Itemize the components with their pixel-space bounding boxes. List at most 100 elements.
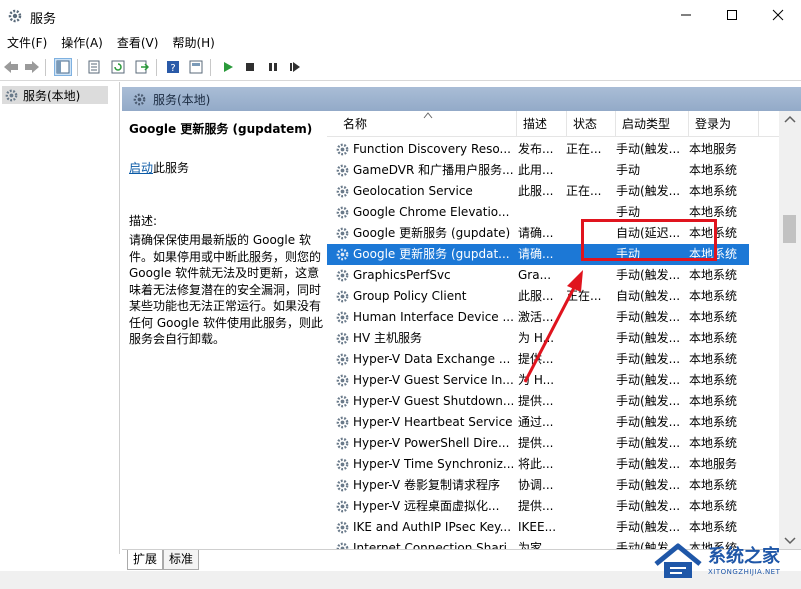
service-description-cell: 提供... bbox=[518, 499, 554, 513]
toolbar-separator bbox=[210, 59, 211, 76]
service-description-cell: 通过... bbox=[518, 415, 554, 429]
column-header-startup-type[interactable]: 启动类型 bbox=[616, 111, 689, 137]
service-gear-icon bbox=[336, 521, 349, 534]
start-service-line: 启动此服务 bbox=[129, 159, 320, 176]
table-row[interactable]: Hyper-V Heartbeat Service 通过... 手动(触发... 本地… bbox=[327, 412, 749, 433]
service-status-cell bbox=[566, 391, 608, 412]
refresh-button[interactable] bbox=[109, 58, 127, 76]
toolbar: ? bbox=[0, 54, 801, 81]
service-name-cell: Hyper-V Guest Shutdown... bbox=[353, 394, 515, 408]
restart-service-button[interactable] bbox=[286, 58, 304, 76]
scroll-up-icon[interactable] bbox=[784, 115, 796, 123]
start-service-link[interactable]: 启动 bbox=[129, 161, 153, 175]
menu-view[interactable]: 查看(V) bbox=[110, 32, 166, 54]
watermark-url: XITONGZHIJIA.NET bbox=[708, 568, 781, 576]
service-description-cell: IKEE... bbox=[518, 520, 557, 534]
tab-extended[interactable]: 扩展 bbox=[127, 550, 164, 570]
table-row[interactable]: Hyper-V Guest Shutdown... 提供... 手动(触发... 本地… bbox=[327, 391, 749, 412]
service-log-on-as-cell: 本地系统 bbox=[689, 436, 738, 450]
table-row[interactable]: IKE and AuthIP IPsec Key... IKEE... 手动(触发.… bbox=[327, 517, 749, 538]
service-gear-icon bbox=[336, 542, 349, 549]
help-icon: ? bbox=[167, 61, 179, 74]
maximize-button[interactable] bbox=[709, 0, 755, 30]
menu-help[interactable]: 帮助(H) bbox=[165, 32, 221, 54]
service-gear-icon bbox=[336, 185, 349, 198]
services-gear-icon bbox=[5, 89, 18, 101]
service-description-cell: 提供... bbox=[518, 394, 554, 408]
help-button[interactable]: ? bbox=[164, 58, 182, 76]
service-description-cell: 将此... bbox=[518, 457, 554, 471]
pane-header-title: 服务(本地) bbox=[153, 92, 211, 107]
minimize-button[interactable] bbox=[663, 0, 709, 30]
table-row[interactable]: GameDVR 和广播用户服务... 此用... 手动 本地系统 bbox=[327, 160, 749, 181]
table-row[interactable]: Hyper-V 卷影复制请求程序 协调... 手动(触发... 本地系统 bbox=[327, 475, 749, 496]
close-button[interactable] bbox=[755, 0, 801, 30]
stop-service-button[interactable] bbox=[241, 58, 259, 76]
toolbar-separator bbox=[45, 59, 46, 76]
column-header-log-on-as[interactable]: 登录为 bbox=[689, 111, 759, 137]
table-row[interactable]: Hyper-V PowerShell Dire... 提供... 手动(触发... 本… bbox=[327, 433, 749, 454]
table-row[interactable]: Hyper-V Time Synchroniz... 将此... 手动(触发... 本… bbox=[327, 454, 749, 475]
tab-standard[interactable]: 标准 bbox=[163, 550, 200, 570]
service-name-cell: Hyper-V Heartbeat Service bbox=[353, 415, 513, 429]
tree-item-services-local[interactable]: 服务(本地) bbox=[2, 86, 108, 104]
service-status-cell bbox=[566, 475, 608, 496]
services-gear-icon bbox=[133, 93, 146, 105]
refresh-icon bbox=[111, 60, 125, 74]
forward-button[interactable] bbox=[23, 58, 41, 76]
window-title: 服务 bbox=[30, 12, 57, 27]
menu-file[interactable]: 文件(F) bbox=[0, 32, 54, 54]
service-startup-type-cell: 手动(触发... bbox=[616, 478, 681, 492]
service-name-cell: Google Chrome Elevatio... bbox=[353, 205, 510, 219]
service-status-cell bbox=[566, 538, 608, 549]
export-icon bbox=[135, 60, 149, 74]
service-gear-icon bbox=[336, 500, 349, 513]
show-tree-button[interactable] bbox=[54, 58, 72, 76]
results-pane: 服务(本地) Google 更新服务 (gupdatem) 启动此服务 描述: … bbox=[122, 82, 801, 554]
service-description-cell: 发布... bbox=[518, 142, 554, 156]
service-status-cell bbox=[566, 496, 608, 517]
service-startup-type-cell: 手动(触发... bbox=[616, 331, 681, 345]
service-gear-icon bbox=[336, 290, 349, 303]
service-log-on-as-cell: 本地系统 bbox=[689, 520, 738, 534]
column-header-status[interactable]: 状态 bbox=[567, 111, 616, 137]
service-gear-icon bbox=[336, 269, 349, 282]
service-status-cell bbox=[566, 412, 608, 433]
panel-button[interactable] bbox=[187, 58, 205, 76]
service-status-cell bbox=[566, 454, 608, 475]
service-status-cell: 正在... bbox=[566, 142, 602, 156]
service-name-cell: HV 主机服务 bbox=[353, 331, 423, 345]
service-gear-icon bbox=[336, 353, 349, 366]
back-button[interactable] bbox=[2, 58, 20, 76]
menu-action[interactable]: 操作(A) bbox=[54, 32, 110, 54]
pause-icon bbox=[269, 63, 277, 71]
scrollbar-thumb[interactable] bbox=[783, 215, 796, 243]
service-name-cell: Google 更新服务 (gupdat... bbox=[353, 247, 510, 261]
service-status-cell bbox=[566, 160, 608, 181]
table-row[interactable]: Hyper-V 远程桌面虚拟化... 提供... 手动(触发... 本地系统 bbox=[327, 496, 749, 517]
table-row[interactable]: Geolocation Service 此服... 正在... 手动(触发... 本地系… bbox=[327, 181, 749, 202]
watermark-name: 系统之家 bbox=[708, 546, 780, 567]
tree-item-label: 服务(本地) bbox=[23, 88, 81, 103]
close-icon bbox=[772, 9, 784, 21]
pause-service-button[interactable] bbox=[264, 58, 282, 76]
service-log-on-as-cell: 本地系统 bbox=[689, 268, 738, 282]
table-row[interactable]: Function Discovery Reso... 发布... 正在... 手动(触… bbox=[327, 139, 749, 160]
service-name-cell: Hyper-V PowerShell Dire... bbox=[353, 436, 510, 450]
properties-button[interactable] bbox=[85, 58, 103, 76]
selected-service-title: Google 更新服务 (gupdatem) bbox=[129, 122, 313, 136]
description-body: 请确保保使用最新版的 Google 软件。如果停用或中断此服务，则您的 Goog… bbox=[129, 233, 323, 346]
export-button[interactable] bbox=[133, 58, 151, 76]
column-header-description[interactable]: 描述 bbox=[517, 111, 567, 137]
vertical-scrollbar[interactable] bbox=[779, 111, 801, 549]
service-log-on-as-cell: 本地系统 bbox=[689, 352, 738, 366]
service-gear-icon bbox=[336, 479, 349, 492]
description-label: 描述: bbox=[129, 214, 158, 228]
service-gear-icon bbox=[336, 311, 349, 324]
back-arrow-icon bbox=[4, 61, 18, 73]
service-description-cell: 为家... bbox=[518, 541, 554, 549]
start-service-button[interactable] bbox=[219, 58, 237, 76]
service-name-cell: Hyper-V Guest Service In... bbox=[353, 373, 514, 387]
annotation-arrow-icon bbox=[523, 270, 583, 383]
service-gear-icon bbox=[336, 374, 349, 387]
